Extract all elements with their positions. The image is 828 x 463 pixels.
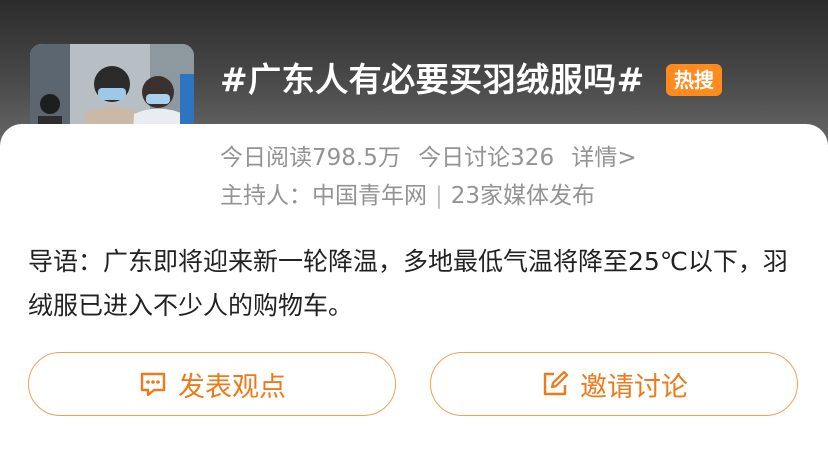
edit-square-icon	[540, 369, 570, 399]
topic-intro: 导语：广东即将迎来新一轮降温，多地最低气温将降至25℃以下，羽绒服已进入不少人的…	[28, 247, 788, 320]
topic-title: #广东人有必要买羽绒服吗#	[220, 60, 645, 99]
details-link[interactable]: 详情>	[571, 145, 636, 171]
invite-discussion-label: 邀请讨论	[580, 371, 688, 403]
host-label[interactable]: 主持人：中国青年网	[220, 183, 427, 209]
post-opinion-button[interactable]: 发表观点	[28, 352, 396, 416]
reads-count: 今日阅读798.5万	[220, 145, 401, 171]
hot-badge: 热搜	[666, 64, 722, 96]
discussions-count: 今日讨论326	[418, 145, 555, 171]
host-line: 主持人：中国青年网 | 23家媒体发布	[220, 178, 595, 214]
post-opinion-label: 发表观点	[178, 371, 286, 403]
topic-stats: 今日阅读798.5万 今日讨论326 详情>	[220, 140, 637, 176]
host-separator: |	[435, 183, 443, 209]
invite-discussion-button[interactable]: 邀请讨论	[430, 352, 798, 416]
comment-bubble-icon	[138, 369, 168, 399]
media-count[interactable]: 23家媒体发布	[451, 183, 595, 209]
